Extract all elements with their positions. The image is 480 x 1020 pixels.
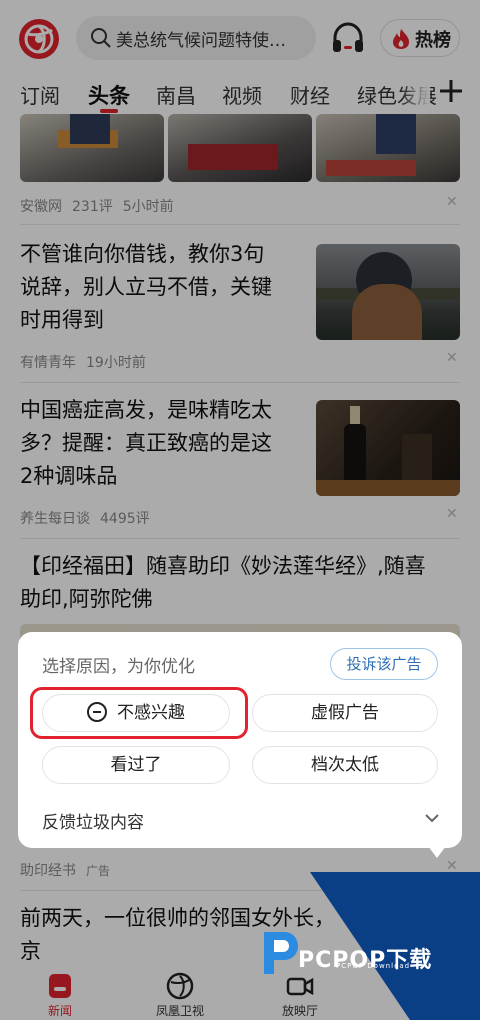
chevron-down-icon[interactable]	[422, 808, 442, 828]
report-ad-button[interactable]: 投诉该广告	[330, 648, 438, 680]
ad-feedback-popup: 选择原因，为你优化 投诉该广告 不感兴趣 虚假广告 看过了 档次太低 反馈垃圾内…	[18, 632, 462, 848]
popup-title: 选择原因，为你优化	[42, 657, 195, 677]
report-spam-label[interactable]: 反馈垃圾内容	[42, 808, 144, 833]
highlight-annotation	[30, 687, 248, 739]
false-ad-button[interactable]: 虚假广告	[252, 694, 438, 732]
modal-backdrop[interactable]	[0, 0, 480, 1020]
low-quality-button[interactable]: 档次太低	[252, 746, 438, 784]
popup-pointer	[428, 846, 446, 858]
seen-it-button[interactable]: 看过了	[42, 746, 230, 784]
watermark-subtext: PCPOP Download	[336, 962, 411, 970]
watermark-p-icon	[264, 932, 298, 974]
